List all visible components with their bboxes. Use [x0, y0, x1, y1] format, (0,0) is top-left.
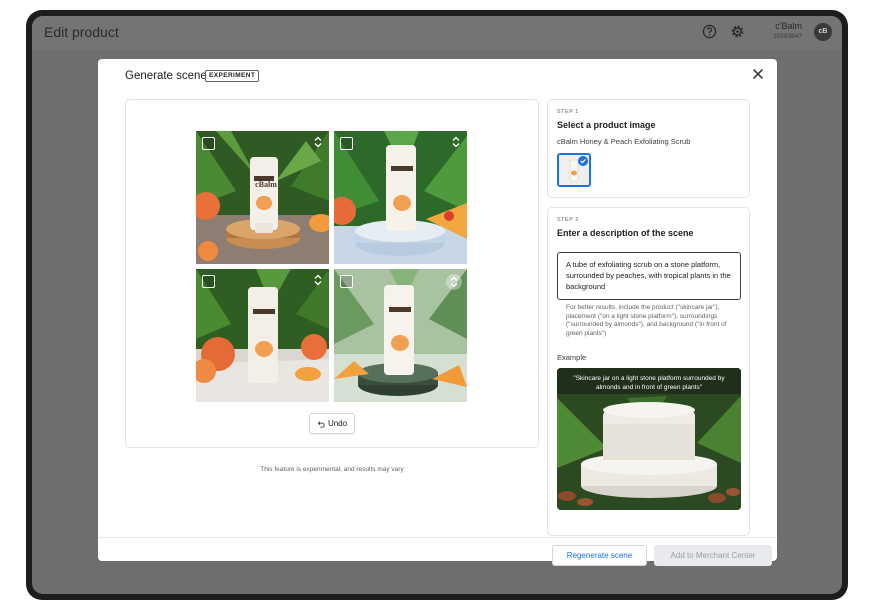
undo-icon: [317, 420, 325, 428]
dialog-title: Generate scene: [125, 70, 207, 82]
step2-title: Enter a description of the scene: [557, 228, 694, 238]
generated-image-2-scene: [334, 131, 467, 264]
step1-title: Select a product image: [557, 120, 656, 130]
undo-label: Undo: [327, 419, 348, 428]
expand-icon[interactable]: [450, 136, 462, 148]
select-image-4-checkbox[interactable]: [340, 275, 353, 288]
experimental-disclaimer: This feature is experimental, and result…: [260, 466, 404, 473]
experiment-badge: EXPERIMENT: [205, 70, 260, 82]
product-name: cBalm Honey & Peach Exfoliating Scrub: [557, 137, 691, 146]
expand-icon[interactable]: [312, 274, 324, 286]
expand-icon[interactable]: [312, 136, 324, 148]
generate-scene-dialog: Generate scene EXPERIMENT cBalm Undo Thi…: [98, 59, 777, 566]
regenerate-scene-button[interactable]: Regenerate scene: [552, 545, 647, 566]
tablet-frame: Edit product c'Balm 10293847 cB Generate…: [26, 10, 848, 600]
select-image-1-checkbox[interactable]: [202, 137, 215, 150]
app-bar: Edit product c'Balm 10293847 cB: [32, 16, 842, 50]
description-hint: For better results, include the product …: [566, 304, 727, 337]
product-image-thumbnail[interactable]: [557, 153, 591, 187]
generated-images-panel: cBalm Undo: [125, 99, 539, 448]
generated-image-1-scene: [196, 131, 329, 264]
page-title: Edit product: [44, 24, 119, 40]
step1-card: STEP 1 Select a product image cBalm Hone…: [547, 99, 750, 198]
gear-icon[interactable]: [730, 24, 745, 39]
avatar[interactable]: cB: [814, 23, 832, 41]
step1-label: STEP 1: [557, 109, 579, 115]
close-icon[interactable]: [750, 66, 766, 82]
step2-card: STEP 2 Enter a description of the scene …: [547, 207, 750, 536]
generated-image-1[interactable]: [196, 131, 329, 264]
example-caption: "Skincare jar on a light stone platform …: [573, 375, 725, 391]
generated-image-3[interactable]: [196, 269, 329, 402]
help-circle-icon[interactable]: [702, 24, 717, 39]
example-label: Example: [557, 353, 587, 362]
footer-divider: [98, 537, 777, 538]
scene-description-input[interactable]: A tube of exfoliating scrub on a stone p…: [557, 252, 741, 300]
account-info[interactable]: c'Balm 10293847: [773, 21, 802, 40]
account-id: 10293847: [773, 33, 802, 40]
generated-image-2[interactable]: [334, 131, 467, 264]
add-to-merchant-center-button[interactable]: Add to Merchant Center: [654, 545, 772, 566]
check-icon: [578, 156, 588, 166]
generated-image-4[interactable]: [334, 269, 467, 402]
undo-button[interactable]: Undo: [309, 413, 355, 434]
tube-brand-label: cBalm: [255, 180, 277, 189]
expand-icon[interactable]: [446, 274, 462, 290]
example-image: "Skincare jar on a light stone platform …: [557, 368, 741, 510]
select-image-2-checkbox[interactable]: [340, 137, 353, 150]
select-image-3-checkbox[interactable]: [202, 275, 215, 288]
step2-label: STEP 2: [557, 217, 579, 223]
app-screen: Edit product c'Balm 10293847 cB Generate…: [32, 16, 842, 594]
generated-image-3-scene: [196, 269, 329, 402]
account-name: c'Balm: [775, 21, 802, 31]
